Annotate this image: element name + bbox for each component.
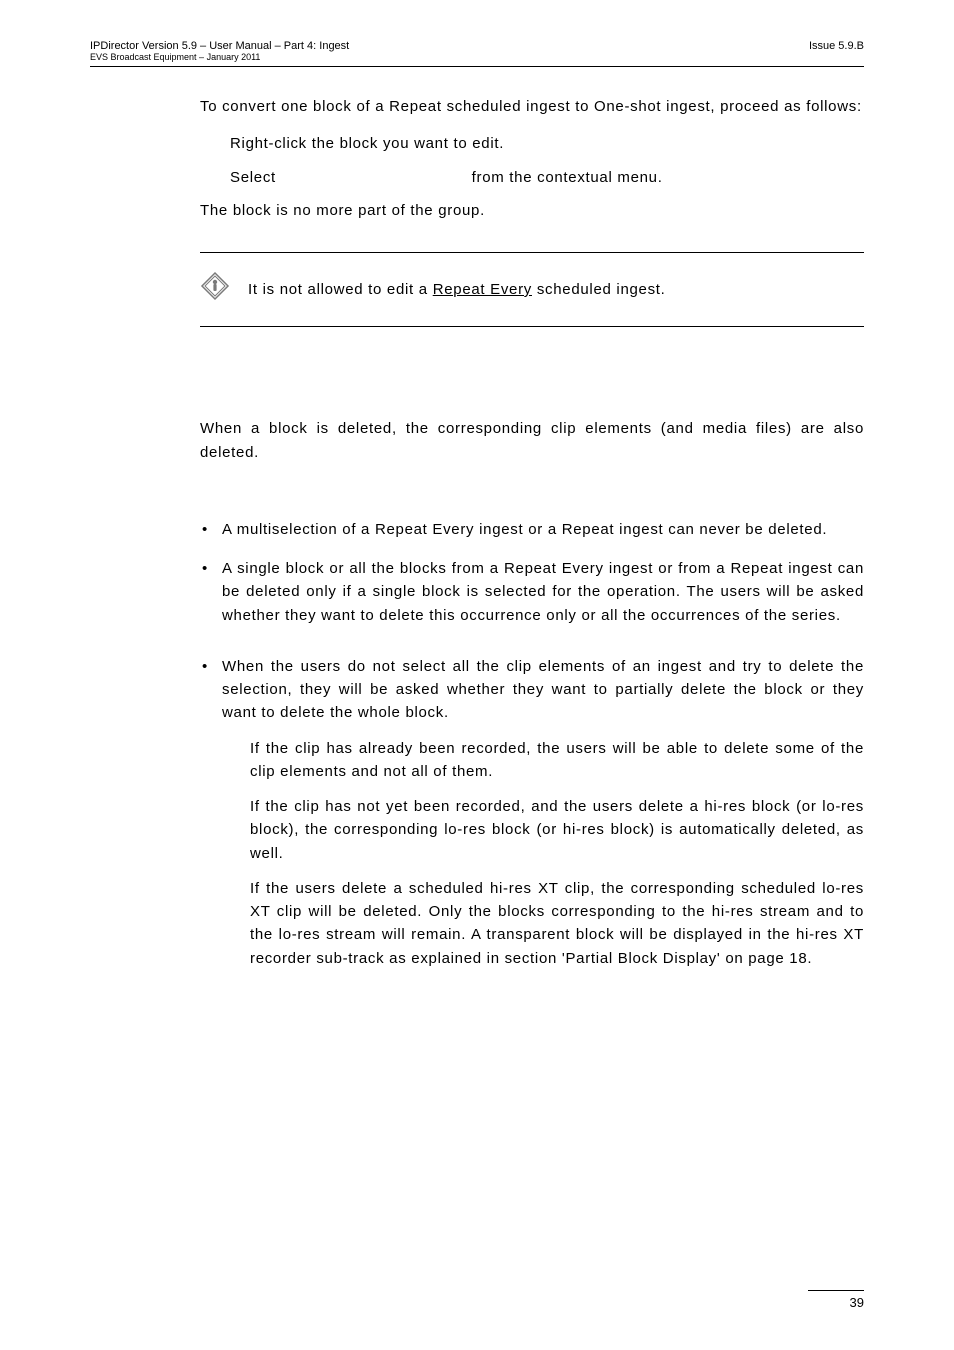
bullet-2: A single block or all the blocks from a … (200, 557, 864, 627)
important-icon (200, 271, 230, 308)
deleted-intro: When a block is deleted, the correspondi… (200, 417, 864, 464)
bullet-3-sub-2: If the clip has not yet been recorded, a… (250, 795, 864, 865)
header-issue: Issue 5.9.B (809, 40, 864, 62)
intro-paragraph: To convert one block of a Repeat schedul… (200, 95, 864, 118)
step-2: Select from the contextual menu. (230, 166, 864, 189)
header-left-top: IPDirector Version 5.9 – User Manual – P… (90, 40, 349, 52)
header-rule (90, 66, 864, 67)
step-2-suffix: from the contextual menu. (472, 169, 663, 186)
page-number-block: 39 (808, 1290, 864, 1310)
page-number: 39 (850, 1295, 864, 1310)
bullet-1: A multiselection of a Repeat Every inges… (200, 518, 864, 541)
header-left-bottom: EVS Broadcast Equipment – January 2011 (90, 52, 349, 62)
note-rule-bottom (200, 326, 864, 327)
bullet-3-sub-3: If the users delete a scheduled hi-res X… (250, 877, 864, 970)
step-2-select: Select (230, 169, 276, 186)
note-block: It is not allowed to edit a Repeat Every… (200, 252, 864, 327)
note-text: It is not allowed to edit a Repeat Every… (248, 278, 666, 301)
group-note: The block is no more part of the group. (200, 199, 864, 222)
note-prefix: It is not allowed to edit a (248, 281, 433, 298)
note-underlined: Repeat Every (433, 281, 532, 298)
page-number-rule (808, 1290, 864, 1291)
bullet-3-sub-1: If the clip has already been recorded, t… (250, 737, 864, 784)
bullet-3-text: When the users do not select all the cli… (222, 658, 864, 722)
bullet-3: When the users do not select all the cli… (200, 655, 864, 970)
step-1: Right-click the block you want to edit. (230, 132, 864, 155)
note-suffix: scheduled ingest. (532, 281, 666, 298)
